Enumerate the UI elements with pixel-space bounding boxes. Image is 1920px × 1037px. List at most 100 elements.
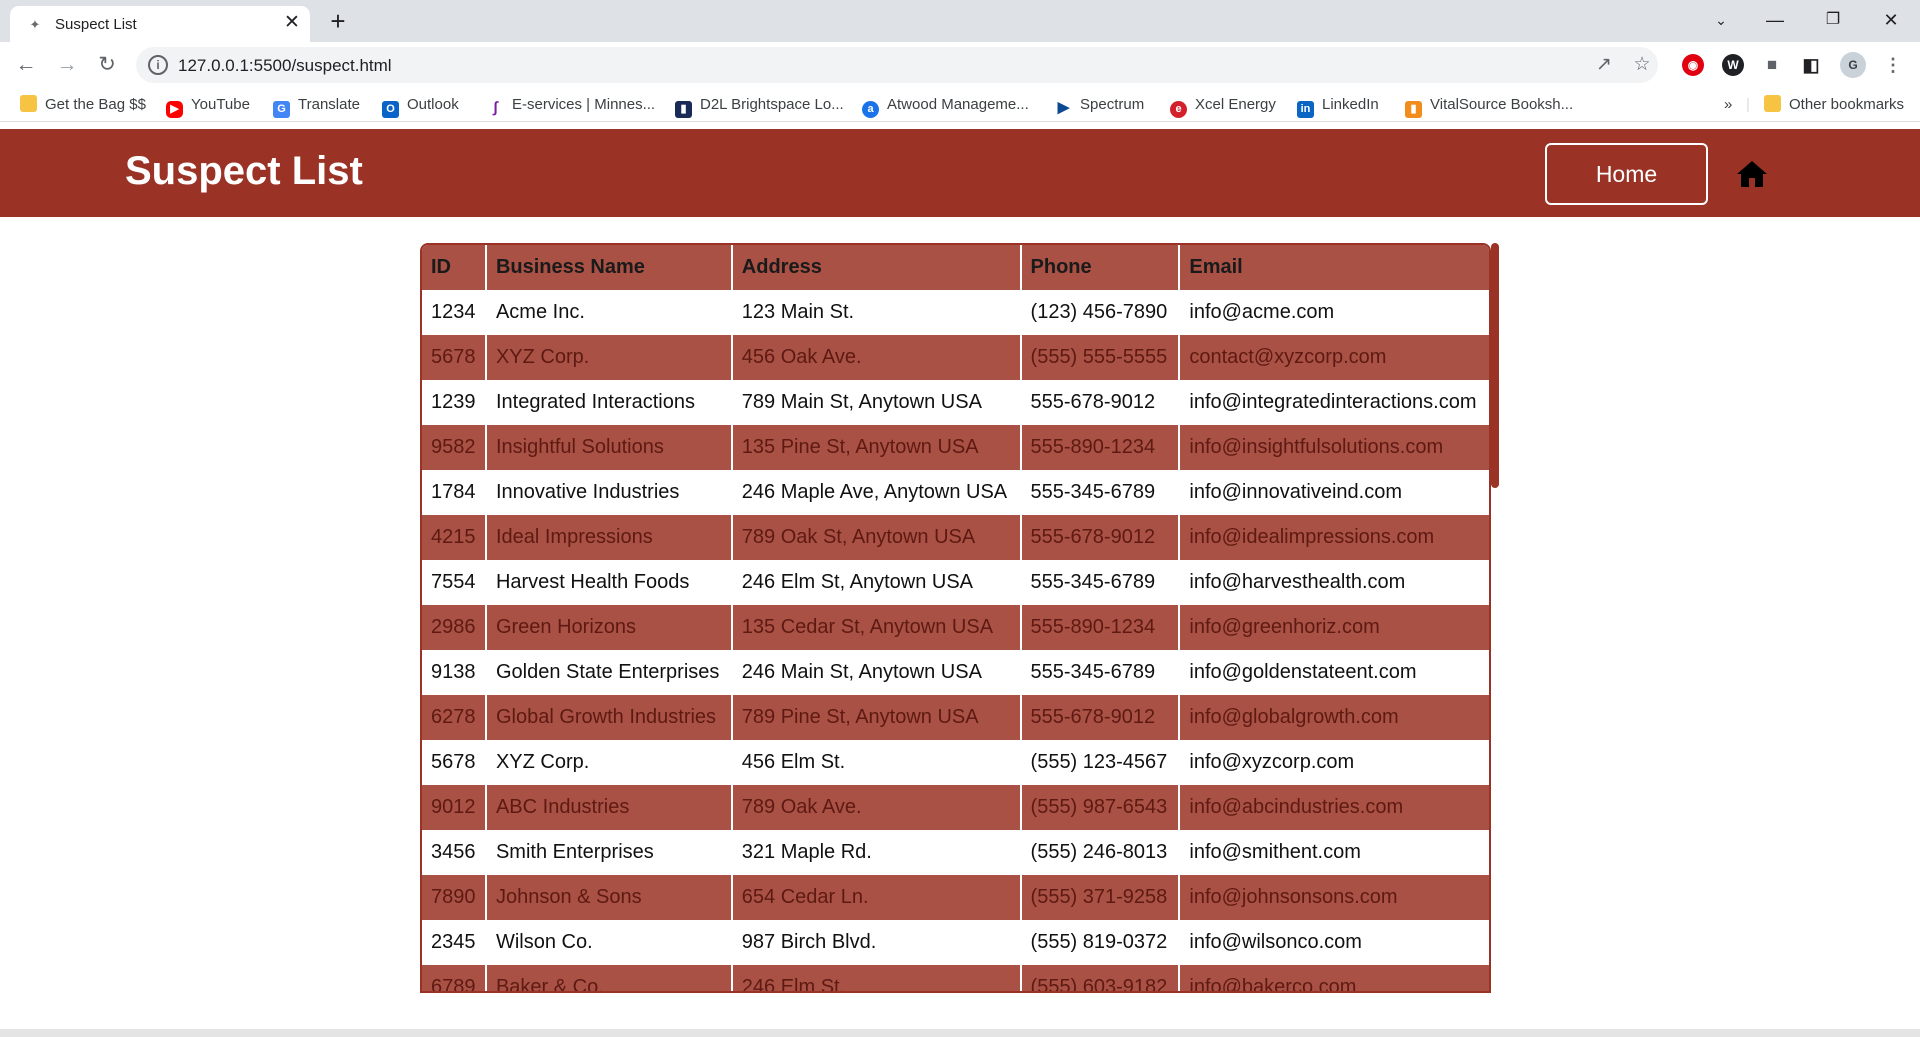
cell-id: 7554 [422,560,487,605]
cell-email: info@abcindustries.com [1179,785,1489,830]
cell-phone: 555-345-6789 [1020,560,1181,605]
extension-w-icon[interactable]: W [1722,54,1744,76]
bookmark-xcel-energy[interactable]: e Xcel Energy [1170,94,1276,118]
browser-toolbar: ← → ↻ i 127.0.0.1:5500/suspect.html ↗ ☆ … [0,42,1920,88]
column-header-address: Address [731,245,1022,290]
table-header-row: ID Business Name Address Phone Email [422,245,1489,290]
cell-address: 246 Maple Ave, Anytown USA [731,470,1022,515]
xcel-icon: e [1170,101,1187,118]
cell-phone: (555) 246-8013 [1020,830,1181,875]
close-tab-icon[interactable]: ✕ [282,13,302,33]
profile-avatar[interactable]: G [1840,52,1866,78]
cell-business-name: Innovative Industries [485,470,733,515]
more-bookmarks-chevron[interactable]: » [1724,94,1732,116]
forward-icon[interactable]: → [53,51,81,79]
back-icon[interactable]: ← [12,51,40,79]
bookmark-star-icon[interactable]: ☆ [1630,54,1654,76]
cell-phone: (555) 555-5555 [1020,335,1181,380]
extensions-puzzle-icon[interactable]: ■ [1761,54,1783,76]
cell-phone: 555-890-1234 [1020,605,1181,650]
adblock-extension-icon[interactable]: ◉ [1682,54,1704,76]
bookmark-label: Get the Bag $$ [45,96,146,113]
cell-email: info@insightfulsolutions.com [1179,425,1489,470]
cell-id: 2345 [422,920,487,965]
folder-icon [20,95,37,112]
tab-title: Suspect List [55,16,137,33]
bookmark-label: LinkedIn [1322,96,1379,113]
cell-address: 789 Pine St, Anytown USA [731,695,1022,740]
table-row: 7890 Johnson & Sons 654 Cedar Ln. (555) 371… [422,875,1489,920]
restore-icon[interactable]: ❐ [1818,8,1848,32]
minimize-icon[interactable]: — [1760,8,1790,32]
table-scrollbar-thumb[interactable] [1491,243,1499,488]
translate-icon: G [273,101,290,118]
other-bookmarks[interactable]: Other bookmarks [1764,94,1904,116]
cell-business-name: Harvest Health Foods [485,560,733,605]
menu-kebab-icon[interactable]: ⋮ [1882,54,1904,76]
table-row: 7554 Harvest Health Foods 246 Elm St, Anyt… [422,560,1489,605]
url-text[interactable]: 127.0.0.1:5500/suspect.html [178,56,392,76]
cell-business-name: Baker & Co. [485,965,733,991]
bookmark-vitalsource[interactable]: ▮ VitalSource Booksh... [1405,94,1574,118]
feather-icon: ✦ [29,17,41,32]
bookmark-d2l[interactable]: ▮ D2L Brightspace Lo... [675,94,844,118]
reload-icon[interactable]: ↻ [93,51,121,79]
page-title: Suspect List [125,149,363,193]
home-icon[interactable] [1736,159,1768,189]
cell-phone: 555-678-9012 [1020,695,1181,740]
bookmarks-bar: Get the Bag $$ ▶ YouTube G Translate O Outl… [0,88,1920,122]
cell-business-name: Ideal Impressions [485,515,733,560]
cell-id: 4215 [422,515,487,560]
cell-email: info@idealimpressions.com [1179,515,1489,560]
table-body: 1234 Acme Inc. 123 Main St. (123) 456-7890 i… [422,290,1489,991]
suspect-table: ID Business Name Address Phone Email 123… [422,245,1489,991]
home-button[interactable]: Home [1545,143,1708,205]
column-header-email: Email [1179,245,1489,290]
table-row: 1784 Innovative Industries 246 Maple Ave, … [422,470,1489,515]
side-panel-icon[interactable]: ◧ [1800,54,1822,76]
close-window-icon[interactable]: ✕ [1876,8,1906,32]
page-header: Suspect List Home [0,129,1920,217]
cell-business-name: Acme Inc. [485,290,733,335]
cell-email: info@johnsonsons.com [1179,875,1489,920]
bookmark-linkedin[interactable]: in LinkedIn [1297,94,1379,118]
cell-email: info@greenhoriz.com [1179,605,1489,650]
cell-business-name: Johnson & Sons [485,875,733,920]
bookmark-spectrum[interactable]: ▶ Spectrum [1055,94,1144,116]
cell-business-name: Smith Enterprises [485,830,733,875]
window-bottom-edge [0,1029,1920,1037]
cell-address: 789 Oak Ave. [731,785,1022,830]
bookmark-e-services[interactable]: ∫ E-services | Minnes... [487,94,655,116]
cell-id: 9582 [422,425,487,470]
cell-address: 321 Maple Rd. [731,830,1022,875]
cell-phone: (555) 123-4567 [1020,740,1181,785]
tab-search-icon[interactable]: ⌄ [1706,8,1736,32]
browser-tab[interactable]: ✦ Suspect List ✕ [10,6,310,42]
cell-business-name: ABC Industries [485,785,733,830]
cell-id: 9138 [422,650,487,695]
bookmark-get-the-bag[interactable]: Get the Bag $$ [20,94,146,116]
column-header-phone: Phone [1020,245,1181,290]
cell-address: 654 Cedar Ln. [731,875,1022,920]
atwood-icon: a [862,101,879,118]
address-bar[interactable]: i 127.0.0.1:5500/suspect.html ↗ ☆ [136,47,1658,83]
cell-business-name: Integrated Interactions [485,380,733,425]
table-row: 6789 Baker & Co. 246 Elm St. (555) 603-9182… [422,965,1489,991]
new-tab-icon[interactable]: + [325,8,351,34]
share-icon[interactable]: ↗ [1592,54,1616,76]
table-row: 1239 Integrated Interactions 789 Main St, … [422,380,1489,425]
cell-id: 2986 [422,605,487,650]
bookmark-youtube[interactable]: ▶ YouTube [166,94,250,118]
bookmark-atwood[interactable]: a Atwood Manageme... [862,94,1029,118]
cell-address: 789 Oak St, Anytown USA [731,515,1022,560]
cell-id: 6789 [422,965,487,991]
cell-id: 6278 [422,695,487,740]
bookmark-label: VitalSource Booksh... [1430,96,1574,113]
site-info-icon[interactable]: i [148,55,168,75]
suspect-table-container[interactable]: ID Business Name Address Phone Email 123… [420,243,1491,993]
bookmark-outlook[interactable]: O Outlook [382,94,459,118]
cell-business-name: XYZ Corp. [485,335,733,380]
cell-id: 1784 [422,470,487,515]
bookmark-label: Translate [298,96,360,113]
bookmark-translate[interactable]: G Translate [273,94,360,118]
